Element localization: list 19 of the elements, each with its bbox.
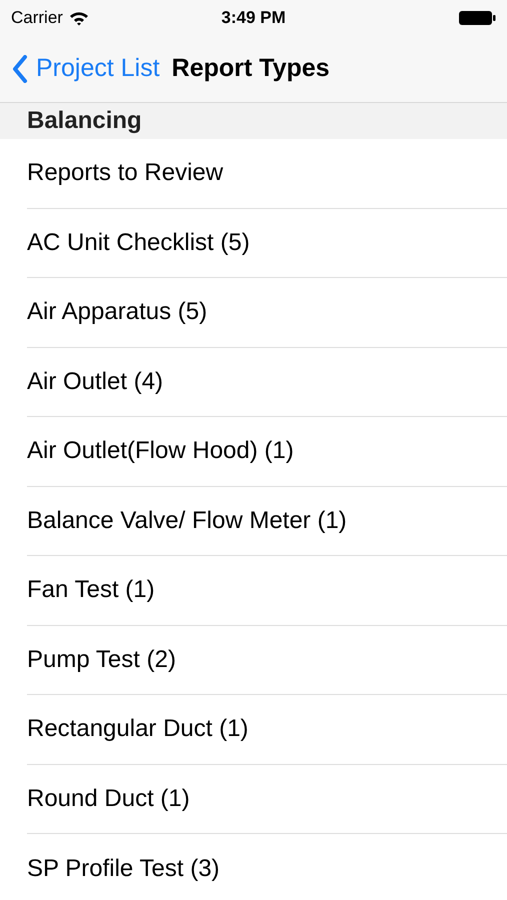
list-item[interactable]: Air Outlet (4) — [27, 364, 164, 400]
carrier-label: Carrier — [11, 7, 63, 30]
list-item[interactable]: Balance Valve/ Flow Meter (1) — [27, 502, 347, 539]
list-item[interactable]: SP Profile Test (3) — [27, 850, 220, 887]
chevron-left-icon — [12, 55, 28, 83]
back-button[interactable]: Project List — [12, 50, 160, 88]
list-item[interactable]: Round Duct (1) — [27, 780, 190, 817]
list-item[interactable]: Fan Test (1) — [27, 572, 155, 608]
list-item[interactable]: Rectangular Duct (1) — [27, 711, 248, 748]
status-time: 3:49 PM — [221, 7, 286, 30]
list-item[interactable]: AC Unit Checklist (5) — [27, 224, 250, 261]
list-item[interactable]: Pump Test (2) — [27, 642, 176, 678]
section-header: Balancing — [27, 106, 142, 136]
wifi-icon — [68, 10, 89, 26]
list-item[interactable]: Air Outlet(Flow Hood) (1) — [27, 433, 294, 470]
list-item[interactable]: Reports to Review — [27, 155, 224, 192]
nav-title: Report Types — [172, 53, 330, 84]
list-item[interactable]: Air Apparatus (5) — [27, 294, 208, 330]
battery-icon — [458, 10, 496, 26]
